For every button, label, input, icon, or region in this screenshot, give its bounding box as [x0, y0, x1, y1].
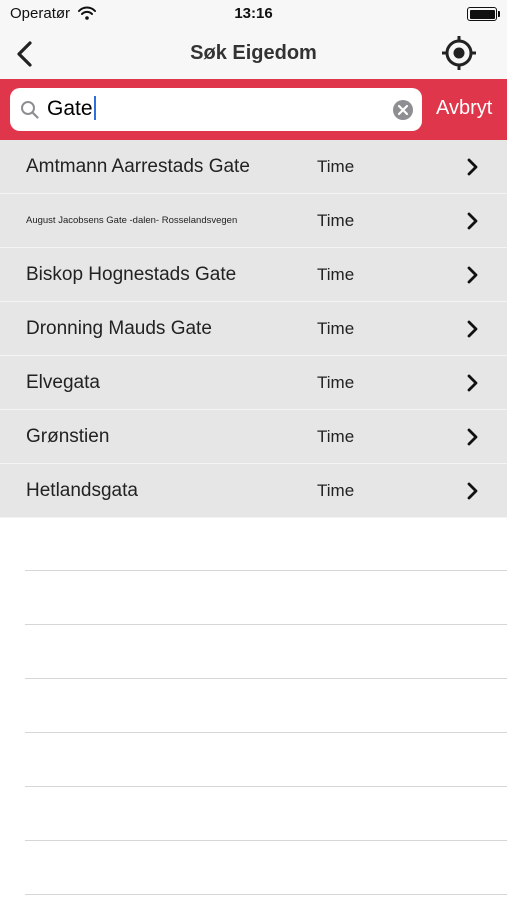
list-item[interactable]: Elvegata Time	[0, 356, 507, 410]
divider	[25, 840, 507, 841]
area-name: Time	[317, 481, 355, 500]
battery-icon	[467, 7, 500, 21]
street-name: Biskop Hognestads Gate	[26, 264, 237, 285]
divider	[25, 624, 507, 625]
list-item[interactable]: Grønstien Time	[0, 410, 507, 464]
screen: Operatør 13:16 Søk Eigedom Gate Avbryt A…	[0, 0, 507, 900]
chevron-right-icon	[467, 212, 478, 230]
street-name: Dronning Mauds Gate	[26, 318, 212, 339]
page-title: Søk Eigedom	[190, 42, 317, 64]
street-name: August Jacobsens Gate -dalen- Rosselands…	[26, 215, 238, 226]
street-name: Amtmann Aarrestads Gate	[26, 156, 250, 177]
divider	[25, 894, 507, 895]
status-time: 13:16	[234, 5, 273, 22]
status-bar: Operatør 13:16	[0, 0, 507, 28]
divider	[25, 570, 507, 571]
chevron-right-icon	[467, 320, 478, 338]
area-name: Time	[317, 373, 355, 392]
chevron-right-icon	[467, 266, 478, 284]
street-name: Elvegata	[26, 372, 100, 393]
list-item[interactable]: August Jacobsens Gate -dalen- Rosselands…	[0, 194, 507, 248]
cancel-button[interactable]: Avbryt	[436, 97, 492, 120]
chevron-right-icon	[467, 158, 478, 176]
chevron-right-icon	[467, 374, 478, 392]
results-list: Amtmann Aarrestads Gate Time August Jaco…	[0, 140, 507, 518]
search-icon	[21, 101, 39, 119]
chevron-right-icon	[467, 428, 478, 446]
text-caret	[93, 96, 96, 120]
area-name: Time	[317, 265, 355, 284]
list-item[interactable]: Biskop Hognestads Gate Time	[0, 248, 507, 302]
area-name: Time	[317, 211, 355, 230]
chevron-right-icon	[467, 482, 478, 500]
search-input-value: Gate	[47, 96, 96, 121]
street-name: Grønstien	[26, 426, 110, 447]
nav-bar: Søk Eigedom	[0, 28, 507, 79]
location-crosshair-icon[interactable]	[441, 35, 477, 71]
divider	[25, 732, 507, 733]
area-name: Time	[317, 157, 355, 176]
list-item[interactable]: Hetlandsgata Time	[0, 464, 507, 518]
empty-list-area	[0, 516, 507, 900]
list-item[interactable]: Dronning Mauds Gate Time	[0, 302, 507, 356]
street-name: Hetlandsgata	[26, 480, 138, 501]
area-name: Time	[317, 427, 355, 446]
search-bar: Gate Avbryt	[0, 79, 507, 140]
search-input[interactable]: Gate	[10, 88, 422, 131]
divider	[25, 678, 507, 679]
clear-icon[interactable]	[392, 99, 414, 121]
list-item[interactable]: Amtmann Aarrestads Gate Time	[0, 140, 507, 194]
divider	[25, 786, 507, 787]
area-name: Time	[317, 319, 355, 338]
